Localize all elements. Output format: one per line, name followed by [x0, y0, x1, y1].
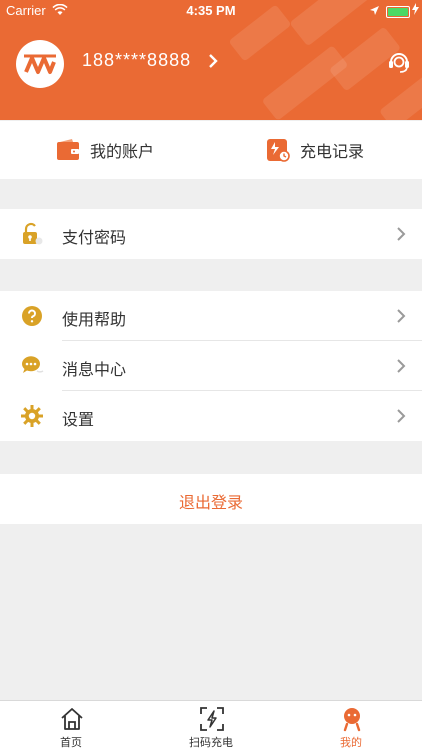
charge-record-button[interactable]: 充电记录	[266, 121, 364, 179]
chevron-right-icon	[397, 359, 406, 373]
tab-label: 扫码充电	[189, 736, 233, 749]
menu-item-message-center[interactable]: 消息中心	[0, 341, 422, 391]
charging-icon	[412, 3, 419, 15]
menu-label: 支付密码	[62, 228, 127, 247]
menu-item-payment-password[interactable]: 支付密码	[0, 209, 422, 259]
tab-home[interactable]: 首页	[21, 701, 121, 751]
help-icon	[22, 306, 42, 326]
chevron-right-icon	[397, 227, 406, 241]
scan-charge-icon	[200, 707, 224, 731]
profile-header: Carrier 4:35 PM 188****8888	[0, 0, 422, 120]
logout-button[interactable]: 退出登录	[0, 474, 422, 524]
brand-logo-icon	[24, 54, 56, 74]
clock: 4:35 PM	[186, 3, 236, 18]
my-account-label: 我的账户	[90, 142, 155, 161]
message-icon	[21, 356, 44, 373]
charge-record-icon	[267, 139, 290, 162]
location-icon	[370, 6, 379, 15]
header-decoration	[378, 74, 422, 120]
avatar[interactable]	[16, 40, 64, 88]
tab-label: 首页	[60, 736, 82, 749]
gear-icon	[21, 405, 43, 427]
menu-item-help[interactable]: 使用帮助	[0, 291, 422, 341]
main-menu: 使用帮助 消息中心 设置	[0, 291, 422, 441]
chevron-right-icon	[397, 409, 406, 423]
security-menu: 支付密码	[0, 209, 422, 259]
tab-scan-charge[interactable]: 扫码充电	[161, 701, 261, 751]
phone-number[interactable]: 188****8888	[82, 50, 191, 71]
chevron-right-icon	[397, 309, 406, 323]
my-account-button[interactable]: 我的账户	[56, 121, 154, 179]
charge-record-label: 充电记录	[300, 142, 365, 161]
menu-item-settings[interactable]: 设置	[0, 391, 422, 441]
wallet-icon	[57, 139, 79, 160]
header-decoration	[261, 45, 349, 120]
menu-label: 消息中心	[62, 360, 127, 379]
quick-actions: 我的账户 充电记录	[0, 121, 422, 179]
lock-icon	[23, 222, 43, 245]
customer-service-icon[interactable]	[386, 48, 412, 74]
home-icon	[61, 708, 83, 730]
battery-icon	[386, 6, 410, 18]
menu-label: 使用帮助	[62, 310, 127, 329]
chevron-right-icon[interactable]	[207, 53, 219, 69]
tab-profile[interactable]: 我的	[301, 701, 401, 751]
tab-bar: 首页 扫码充电 我的	[0, 700, 422, 751]
tab-label: 我的	[340, 736, 362, 749]
logout-label: 退出登录	[178, 493, 243, 512]
profile-icon	[343, 708, 361, 732]
menu-label: 设置	[62, 410, 95, 429]
status-bar: Carrier 4:35 PM	[0, 0, 422, 22]
